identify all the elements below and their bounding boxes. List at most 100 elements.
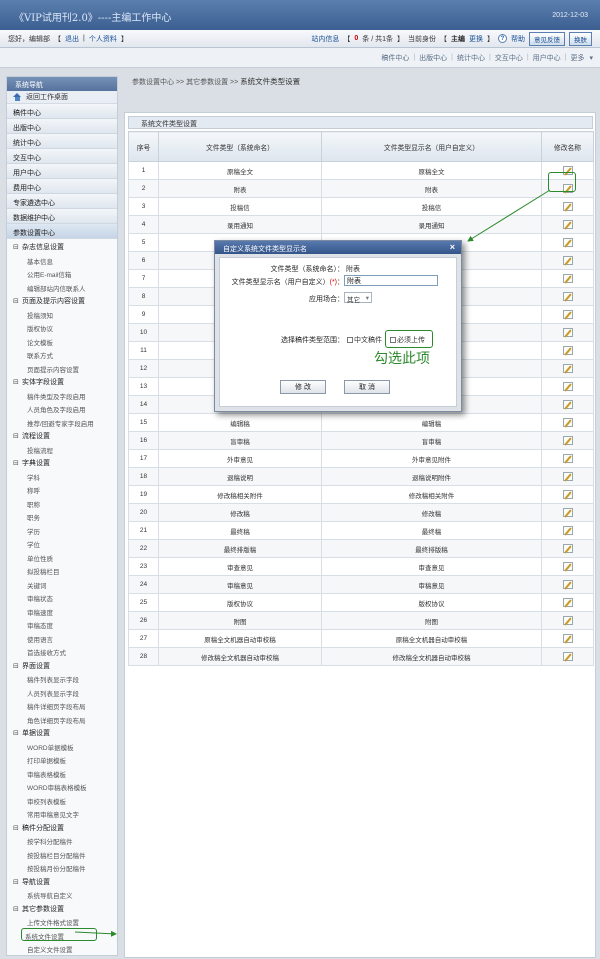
edit-icon[interactable] (562, 436, 573, 445)
sidebar-group[interactable]: ⊟ 页面及提示内容设置 (7, 293, 117, 307)
sidebar-subitem[interactable]: 版权协议 (7, 320, 117, 334)
edit-icon[interactable] (562, 220, 573, 229)
sidebar-subitem[interactable]: 单位性质 (7, 550, 117, 564)
edit-icon[interactable] (562, 454, 573, 463)
edit-icon[interactable] (562, 634, 573, 643)
profile-link[interactable]: 个人资料 (89, 34, 117, 44)
collapse-icon[interactable]: ⊟ (13, 459, 20, 467)
sidebar-subitem[interactable]: 角色详细页字段布局 (7, 712, 117, 726)
switch-role-link[interactable]: 更换 (469, 34, 483, 44)
sidebar-subitem[interactable]: 审稿表格模板 (7, 766, 117, 780)
scene-select[interactable]: 其它 ▾ (344, 292, 372, 304)
edit-icon[interactable] (562, 364, 573, 373)
sidebar-subitem[interactable]: 投稿流程 (7, 442, 117, 456)
help-icon[interactable]: ? (498, 34, 507, 43)
sidebar-subitem[interactable]: 基本信息 (7, 253, 117, 267)
edit-icon[interactable] (562, 346, 573, 355)
sidebar-subitem[interactable]: 推荐/回避专家字段启用 (7, 415, 117, 429)
sidebar-subitem[interactable]: 联系方式 (7, 347, 117, 361)
module-nav-more[interactable]: 更多 (569, 53, 585, 63)
breadcrumb-other[interactable]: 其它参数设置 (186, 79, 228, 86)
sidebar-subitem[interactable]: 稿件列表显示字段 (7, 671, 117, 685)
collapse-icon[interactable]: ⊟ (13, 297, 20, 305)
edit-icon[interactable] (562, 382, 573, 391)
feedback-button[interactable]: 意见反馈 (529, 31, 565, 46)
sidebar-item-4[interactable]: 用户中心 (7, 164, 117, 179)
sidebar-subitem[interactable]: 人员角色及字段启用 (7, 401, 117, 415)
sidebar-group[interactable]: ⊟ 界面设置 (7, 658, 117, 672)
sidebar-subitem[interactable]: 职称 (7, 496, 117, 510)
edit-icon[interactable] (562, 202, 573, 211)
option-chinese[interactable]: 中文稿件 (347, 335, 382, 345)
sidebar-item-1[interactable]: 出版中心 (7, 119, 117, 134)
edit-icon[interactable] (562, 238, 573, 247)
sidebar-subitem[interactable]: 按投稿栏目分配稿件 (7, 847, 117, 861)
module-nav-users[interactable]: 用户中心 (532, 53, 562, 63)
cancel-button[interactable]: 取 消 (344, 380, 390, 394)
sidebar-item-3[interactable]: 交互中心 (7, 149, 117, 164)
sidebar-subitem[interactable]: 职务 (7, 509, 117, 523)
sidebar-home[interactable]: 返回工作桌面 (7, 91, 117, 104)
sidebar-subitem[interactable]: 学位 (7, 536, 117, 550)
sidebar-item-0[interactable]: 稿件中心 (7, 104, 117, 119)
edit-icon[interactable] (562, 580, 573, 589)
sidebar-subitem[interactable]: 审稿状态 (7, 590, 117, 604)
module-nav-interaction[interactable]: 交互中心 (494, 53, 524, 63)
sidebar-subitem[interactable]: 自定义文件设置 (7, 941, 117, 955)
sidebar-subitem[interactable]: 审稿速度 (7, 604, 117, 618)
logout-link[interactable]: 退出 (65, 34, 79, 44)
sidebar-subitem[interactable]: 首选接收方式 (7, 644, 117, 658)
sidebar-subitem[interactable]: 审校列表模板 (7, 793, 117, 807)
chinese-manuscript-checkbox[interactable] (347, 337, 353, 344)
sidebar-item-5[interactable]: 费用中心 (7, 179, 117, 194)
edit-icon[interactable] (562, 328, 573, 337)
sidebar-group[interactable]: ⊟ 单据设置 (7, 725, 117, 739)
edit-icon[interactable] (562, 508, 573, 517)
sidebar-subitem[interactable]: 按学科分配稿件 (7, 833, 117, 847)
sidebar-subitem[interactable]: 按投稿月份分配稿件 (7, 860, 117, 874)
collapse-icon[interactable]: ⊟ (13, 905, 20, 913)
sidebar-subitem[interactable]: 页面提示内容设置 (7, 361, 117, 375)
modify-button[interactable]: 修 改 (280, 380, 326, 394)
edit-icon[interactable] (562, 562, 573, 571)
edit-icon[interactable] (562, 490, 573, 499)
messages-link[interactable]: 站内信息 (311, 34, 339, 44)
sidebar-subitem[interactable]: 学历 (7, 523, 117, 537)
edit-icon[interactable] (562, 544, 573, 553)
collapse-icon[interactable]: ⊟ (13, 378, 20, 386)
sidebar-group[interactable]: ⊟ 稿件分配设置 (7, 820, 117, 834)
sidebar-item-7[interactable]: 数据维护中心 (7, 209, 117, 224)
edit-icon[interactable] (562, 256, 573, 265)
sidebar-group[interactable]: ⊟ 流程设置 (7, 428, 117, 442)
sidebar-subitem[interactable]: 使用语言 (7, 631, 117, 645)
collapse-icon[interactable]: ⊟ (13, 432, 20, 440)
breadcrumb-params[interactable]: 参数设置中心 (132, 79, 174, 86)
sidebar-subitem[interactable]: 人员列表显示字段 (7, 685, 117, 699)
sidebar-subitem[interactable]: 系统文件设置 (21, 927, 97, 941)
edit-icon[interactable] (562, 418, 573, 427)
sidebar-item-8[interactable]: 参数设置中心 (7, 224, 117, 239)
collapse-icon[interactable]: ⊟ (13, 243, 20, 251)
sidebar-subitem[interactable]: 稿件详细页字段布局 (7, 698, 117, 712)
edit-icon[interactable] (562, 400, 573, 409)
sidebar-subitem[interactable]: 审稿态度 (7, 617, 117, 631)
module-nav-manuscripts[interactable]: 稿件中心 (380, 53, 410, 63)
collapse-icon[interactable]: ⊟ (13, 662, 20, 670)
collapse-icon[interactable]: ⊟ (13, 824, 20, 832)
close-icon[interactable]: × (450, 242, 455, 252)
sidebar-subitem[interactable]: 称呼 (7, 482, 117, 496)
display-name-input[interactable] (344, 275, 438, 286)
edit-icon[interactable] (562, 292, 573, 301)
sidebar-subitem[interactable]: 上传文件格式设置 (7, 914, 117, 928)
sidebar-subitem[interactable]: 公用E-mail信箱 (7, 266, 117, 280)
sidebar-group[interactable]: ⊟ 其它参数设置 (7, 901, 117, 915)
collapse-icon[interactable]: ⊟ (13, 878, 20, 886)
module-nav-statistics[interactable]: 统计中心 (456, 53, 486, 63)
sidebar-subitem[interactable]: WORD审稿表格模板 (7, 779, 117, 793)
sidebar-subitem[interactable]: 拟投稿栏目 (7, 563, 117, 577)
sidebar-subitem[interactable]: 论文模板 (7, 334, 117, 348)
sidebar-subitem[interactable]: 编辑部站内信联系人 (7, 280, 117, 294)
sidebar-group[interactable]: ⊟ 字典设置 (7, 455, 117, 469)
double-chevron-down-icon[interactable]: ▾ (588, 54, 594, 62)
sidebar-subitem[interactable]: 系统导航自定义 (7, 887, 117, 901)
